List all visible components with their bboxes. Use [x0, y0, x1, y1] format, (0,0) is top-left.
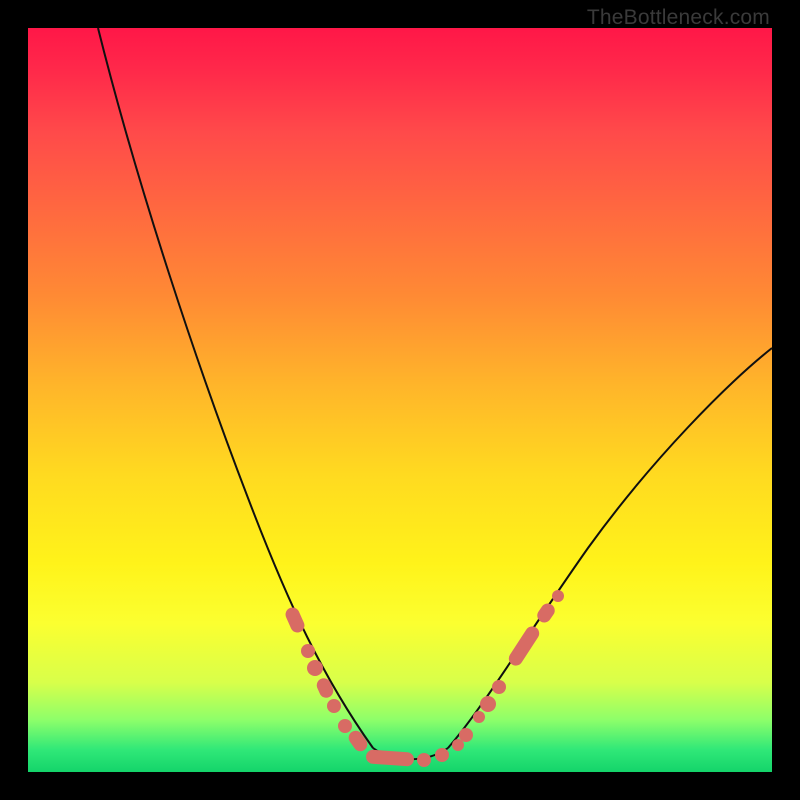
- curve-left: [98, 28, 373, 748]
- chart-plot-area: [28, 28, 772, 772]
- watermark-text: TheBottleneck.com: [587, 6, 770, 30]
- marker-group: [283, 590, 564, 767]
- chart-frame: TheBottleneck.com: [0, 0, 800, 800]
- chart-svg: [28, 28, 772, 772]
